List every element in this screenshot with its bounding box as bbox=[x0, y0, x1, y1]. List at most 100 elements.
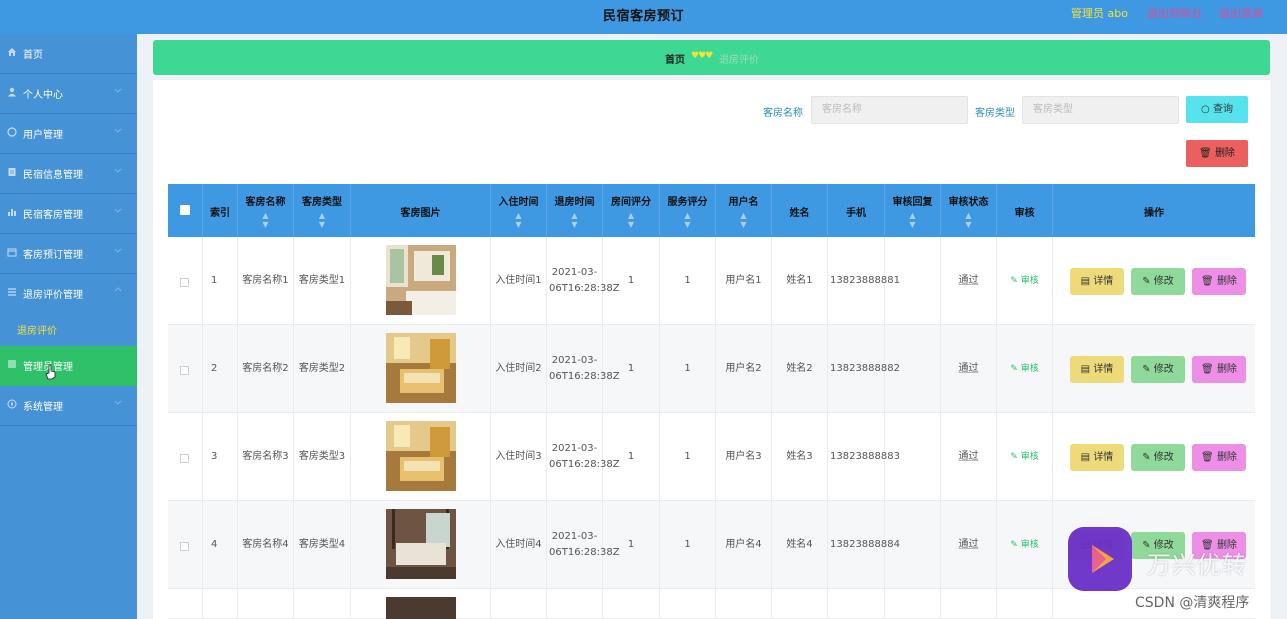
edit-button[interactable]: ✎ 修改 bbox=[1131, 356, 1185, 383]
sidebar-subitem-label: 退房评价 bbox=[17, 326, 57, 337]
sidebar-item-home[interactable]: 首页 bbox=[0, 34, 137, 74]
edit-button[interactable]: ✎ 修改 bbox=[1131, 444, 1185, 471]
edit-icon: ✎ bbox=[1010, 276, 1018, 286]
trash-icon: 🗑 bbox=[1201, 364, 1214, 375]
sidebar-item-label: 退房评价管理 bbox=[23, 290, 83, 301]
sort-icon[interactable]: ▲ ▼ bbox=[660, 211, 715, 229]
delete-button[interactable]: 🗑 删除 bbox=[1192, 356, 1246, 383]
sidebar: 首页 个人中心 用户管理 民宿信息管理 民宿客房管理 客房预订管理 退房评价管理… bbox=[0, 34, 137, 619]
chart-icon bbox=[8, 209, 16, 216]
watermark-brand: 万兴优转 bbox=[1147, 551, 1247, 579]
sort-icon[interactable]: ▲ ▼ bbox=[547, 211, 602, 229]
search-icon: ○ bbox=[1201, 104, 1210, 115]
sort-icon[interactable]: ▲ ▼ bbox=[716, 211, 771, 229]
room-photo bbox=[386, 421, 456, 491]
list-icon bbox=[8, 288, 16, 296]
audit-link[interactable]: ✎ 审核 bbox=[999, 273, 1050, 289]
column-header[interactable]: 审核 bbox=[997, 184, 1053, 237]
delete-button[interactable]: 🗑 删除 bbox=[1192, 268, 1246, 295]
sidebar-item-label: 系统管理 bbox=[23, 402, 63, 413]
compass-icon bbox=[7, 399, 17, 409]
delete-button[interactable]: 🗑 删除 bbox=[1192, 444, 1246, 471]
sort-icon[interactable]: ▲ ▼ bbox=[294, 211, 350, 229]
select-all-header[interactable] bbox=[168, 184, 203, 237]
row-checkbox[interactable] bbox=[180, 454, 189, 463]
select-all-checkbox[interactable] bbox=[180, 205, 190, 215]
column-header[interactable]: 客房类型 ▲ ▼ bbox=[294, 184, 351, 237]
sidebar-item-homestay-info[interactable]: 民宿信息管理 bbox=[0, 154, 137, 194]
trash-icon: 🗑 bbox=[1201, 276, 1214, 287]
detail-button[interactable]: ▤ 详情 bbox=[1070, 268, 1124, 295]
sidebar-item-room-management[interactable]: 民宿客房管理 bbox=[0, 194, 137, 234]
admin-label: 管理员 abo bbox=[1071, 7, 1128, 20]
back-to-front-link[interactable]: 退出到前台 bbox=[1147, 5, 1202, 21]
detail-button[interactable]: ▤ 详情 bbox=[1070, 444, 1124, 471]
column-header[interactable]: 退房时间 ▲ ▼ bbox=[547, 184, 603, 237]
sidebar-subitem-checkout-review[interactable]: 退房评价 bbox=[0, 311, 137, 346]
breadcrumb-current: 退房评价 bbox=[719, 55, 759, 66]
trash-icon: 🗑 bbox=[1201, 452, 1214, 463]
table-header: 索引 客房名称 ▲ ▼ 客房类型 ▲ ▼ 客房图片 入住时间 ▲ ▼ 退房时间 ▲ ▼ 房间评分… bbox=[168, 184, 1255, 237]
sidebar-item-users[interactable]: 用户管理 bbox=[0, 114, 137, 154]
sort-icon[interactable]: ▲ ▼ bbox=[491, 211, 546, 229]
sidebar-item-profile[interactable]: 个人中心 bbox=[0, 74, 137, 114]
table-row: 3 客房名称3 客房类型3 入住时间3 2021-03-06T16:28:38Z… bbox=[168, 413, 1255, 501]
edit-icon: ✎ bbox=[1142, 364, 1151, 375]
room-type-input[interactable]: 客房类型 bbox=[1022, 96, 1179, 124]
detail-icon: ▤ bbox=[1080, 364, 1091, 375]
edit-icon: ✎ bbox=[1010, 452, 1018, 462]
edit-button[interactable]: ✎ 修改 bbox=[1131, 268, 1185, 295]
sidebar-item-system[interactable]: 系统管理 bbox=[0, 386, 137, 426]
edit-icon: ✎ bbox=[1142, 452, 1151, 463]
column-header[interactable]: 姓名 bbox=[772, 184, 828, 237]
home-icon bbox=[8, 48, 16, 56]
column-header[interactable]: 入住时间 ▲ ▼ bbox=[491, 184, 547, 237]
document-icon bbox=[8, 168, 16, 176]
column-header[interactable]: 房间评分 ▲ ▼ bbox=[603, 184, 660, 237]
row-checkbox[interactable] bbox=[180, 366, 189, 375]
audit-link[interactable]: ✎ 审核 bbox=[999, 537, 1050, 553]
table-row: 2 客房名称2 客房类型2 入住时间2 2021-03-06T16:28:38Z… bbox=[168, 325, 1255, 413]
sort-icon[interactable]: ▲ ▼ bbox=[603, 211, 659, 229]
column-header[interactable]: 手机 bbox=[828, 184, 885, 237]
breadcrumb-home[interactable]: 首页 bbox=[665, 51, 685, 66]
table-row: 1 客房名称1 客房类型1 入住时间1 2021-03-06T16:28:38Z… bbox=[168, 237, 1255, 325]
sort-icon[interactable]: ▲ ▼ bbox=[238, 211, 293, 229]
query-button[interactable]: ○ 查询 bbox=[1186, 96, 1248, 123]
users-icon bbox=[7, 127, 17, 137]
edit-icon: ✎ bbox=[1010, 540, 1018, 550]
column-header[interactable]: 审核回复 ▲ ▼ bbox=[885, 184, 941, 237]
sidebar-item-admin-management[interactable]: 管理员管理 bbox=[0, 346, 137, 386]
sidebar-item-label: 民宿信息管理 bbox=[23, 170, 83, 181]
room-photo bbox=[386, 509, 456, 579]
edit-icon: ✎ bbox=[1142, 276, 1151, 287]
row-checkbox[interactable] bbox=[180, 278, 189, 287]
chevron-down-icon bbox=[114, 128, 122, 133]
column-header[interactable]: 服务评分 ▲ ▼ bbox=[660, 184, 716, 237]
detail-icon: ▤ bbox=[1080, 276, 1091, 287]
column-header[interactable]: 客房图片 bbox=[351, 184, 491, 237]
sort-icon[interactable]: ▲ ▼ bbox=[941, 211, 996, 229]
audit-link[interactable]: ✎ 审核 bbox=[999, 449, 1050, 465]
column-header[interactable]: 客房名称 ▲ ▼ bbox=[238, 184, 294, 237]
row-checkbox[interactable] bbox=[180, 542, 189, 551]
audit-link[interactable]: ✎ 审核 bbox=[999, 361, 1050, 377]
table-row bbox=[168, 589, 1255, 619]
sidebar-item-label: 首页 bbox=[23, 50, 43, 61]
column-header[interactable]: 用户名 ▲ ▼ bbox=[716, 184, 772, 237]
room-type-label: 客房类型 bbox=[975, 108, 1015, 119]
sidebar-item-booking-management[interactable]: 客房预订管理 bbox=[0, 234, 137, 274]
batch-delete-button[interactable]: 🗑 删除 bbox=[1186, 140, 1248, 167]
room-name-input[interactable]: 客房名称 bbox=[811, 96, 968, 124]
admin-icon bbox=[8, 360, 16, 368]
chevron-down-icon bbox=[114, 248, 122, 253]
sidebar-item-checkout-review[interactable]: 退房评价管理 bbox=[0, 274, 137, 314]
hand-cursor-icon bbox=[45, 364, 56, 380]
calendar-icon bbox=[7, 248, 17, 257]
column-header[interactable]: 审核状态 ▲ ▼ bbox=[941, 184, 997, 237]
user-icon bbox=[8, 87, 16, 97]
sort-icon[interactable]: ▲ ▼ bbox=[885, 211, 940, 229]
detail-button[interactable]: ▤ 详情 bbox=[1070, 356, 1124, 383]
logout-link[interactable]: 退出登录 bbox=[1219, 5, 1263, 21]
room-name-label: 客房名称 bbox=[763, 108, 803, 119]
